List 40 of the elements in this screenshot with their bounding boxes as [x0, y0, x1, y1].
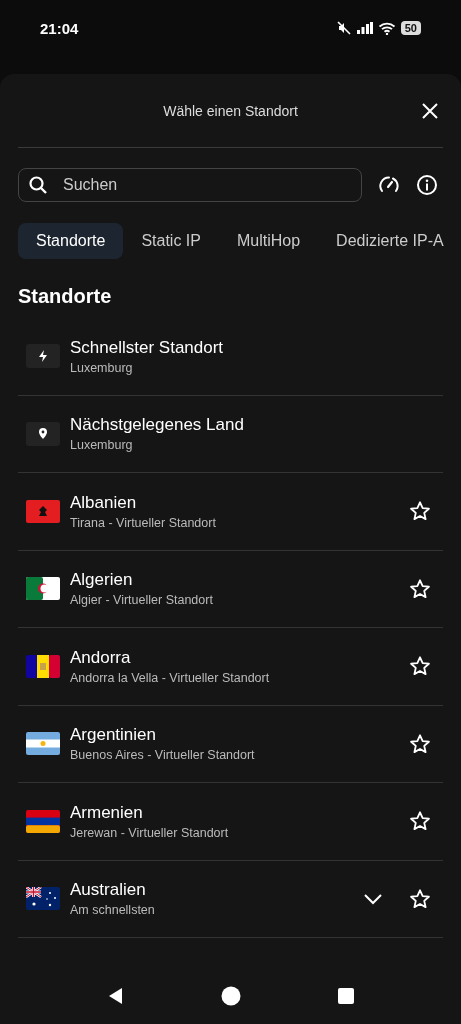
home-icon[interactable]	[220, 986, 241, 1006]
mute-icon	[336, 21, 351, 35]
sheet-title: Wähle einen Standort	[163, 102, 298, 119]
tab[interactable]: Static IP	[123, 223, 219, 259]
location-name: Andorra	[70, 647, 132, 668]
location-name: Algerien	[70, 570, 134, 591]
location-detail: Tirana - Virtueller Standort	[70, 515, 217, 530]
location-detail: Jerewan - Virtueller Standort	[70, 825, 230, 840]
status-time: 21:04	[40, 19, 79, 37]
battery-indicator: 50	[400, 21, 421, 35]
location-pin-icon	[26, 421, 60, 446]
tab[interactable]: Dedizierte IP-A	[318, 223, 461, 259]
recents-icon[interactable]	[336, 987, 355, 1005]
location-detail: Andorra la Vella - Virtueller Standort	[70, 670, 271, 685]
flag-icon	[26, 577, 60, 601]
tab[interactable]: MultiHop	[218, 223, 319, 259]
flag-icon	[26, 499, 60, 523]
flag-icon	[26, 887, 60, 911]
location-name: Australien	[70, 880, 147, 901]
location-name: Nächstgelegenes Land	[70, 415, 245, 436]
search-icon	[28, 175, 48, 195]
location-detail: Luxemburg	[70, 360, 134, 375]
tab[interactable]: Standorte	[18, 223, 124, 259]
lightning-icon	[26, 344, 60, 369]
search-field[interactable]: Suchen	[18, 168, 362, 202]
location-detail: Luxemburg	[70, 438, 134, 453]
section-heading: Standorte	[18, 285, 113, 308]
flag-icon	[26, 732, 60, 756]
wifi-icon	[378, 21, 395, 35]
location-detail: Am schnellsten	[70, 903, 156, 918]
signal-icon	[356, 22, 373, 34]
location-name: Albanien	[70, 492, 138, 513]
location-name: Argentinien	[70, 725, 157, 746]
location-detail: Buenos Aires - Virtueller Standort	[70, 748, 256, 763]
location-detail: Algier - Virtueller Standort	[70, 593, 214, 608]
flag-icon	[26, 809, 60, 833]
flag-icon	[26, 654, 60, 678]
location-name: Schnellster Standort	[70, 337, 225, 358]
info-icon[interactable]	[416, 174, 438, 196]
location-name: Armenien	[70, 802, 144, 823]
